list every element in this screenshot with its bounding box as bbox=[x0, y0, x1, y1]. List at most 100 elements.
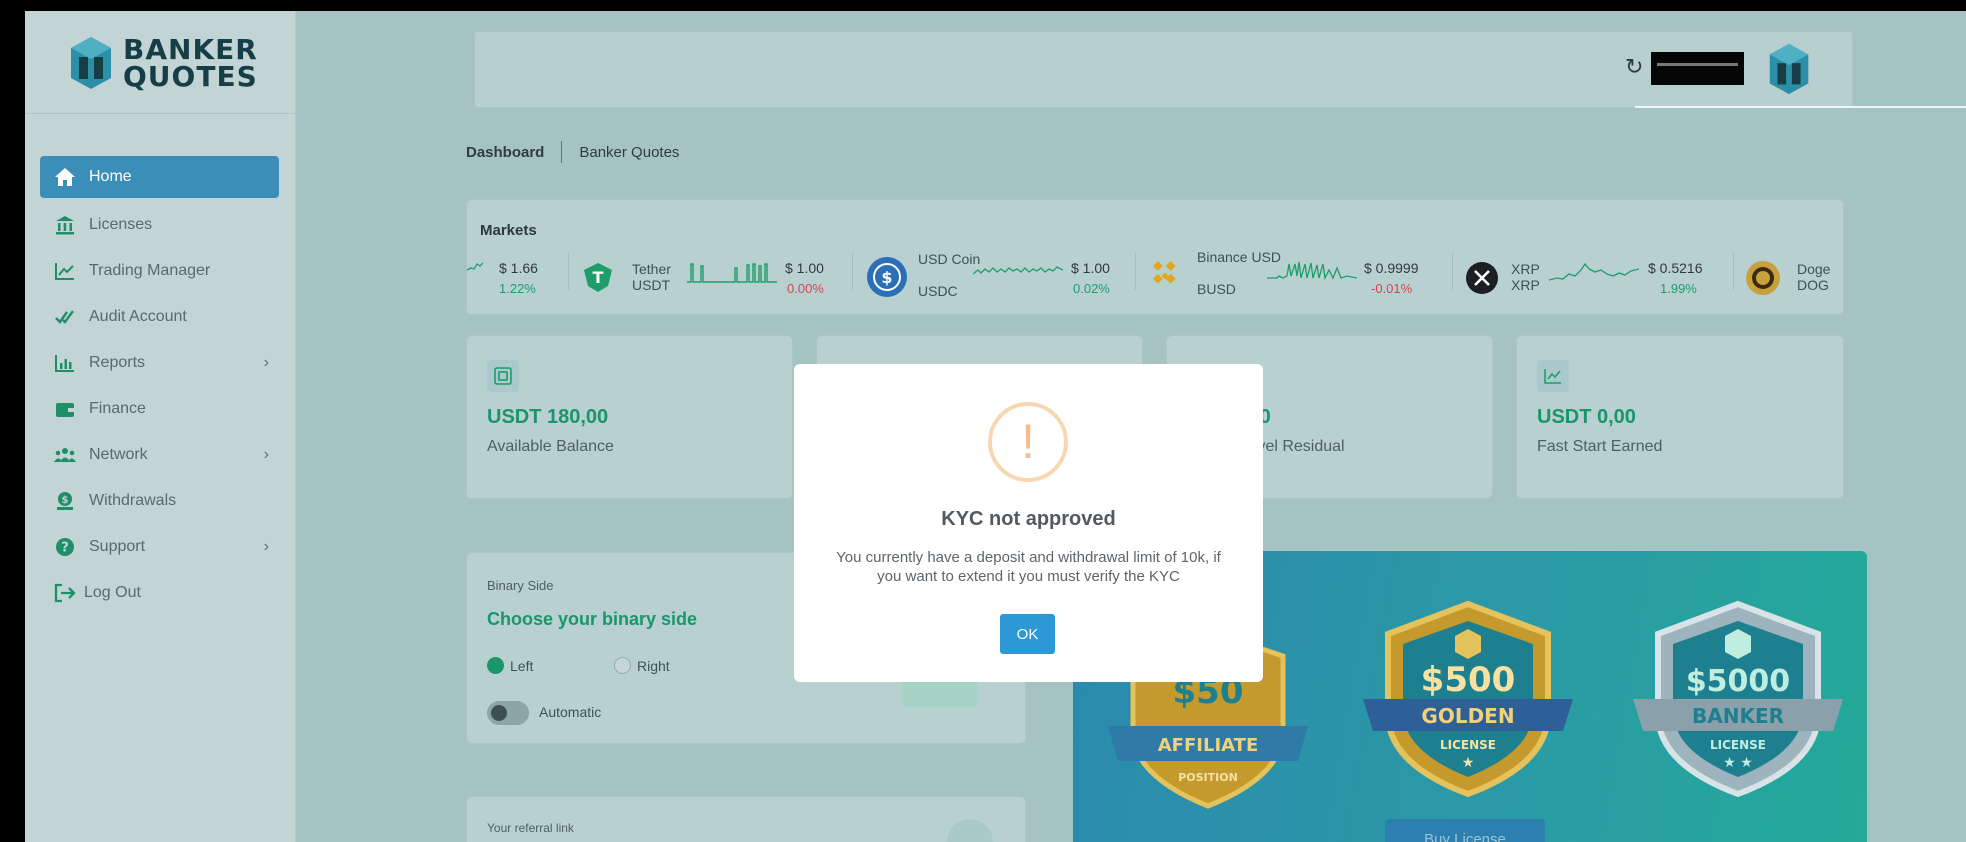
ticker-name: XRP bbox=[1511, 261, 1540, 277]
sidebar-item-support[interactable]: ? Support › bbox=[40, 524, 279, 570]
copy-link-icon[interactable] bbox=[947, 819, 993, 842]
ticker-name: Tether bbox=[632, 261, 671, 277]
sidebar-item-logout[interactable]: Log Out bbox=[40, 570, 279, 616]
breadcrumb-separator bbox=[561, 141, 563, 163]
sparkline bbox=[973, 266, 1063, 275]
ticker-change: 0.00% bbox=[787, 281, 824, 296]
sidebar-menu: Home Licenses Trading Manager Audit Acco… bbox=[40, 156, 279, 616]
ticker-symbol: BUSD bbox=[1197, 281, 1236, 297]
ticker-price: $ 0.9999 bbox=[1364, 260, 1419, 276]
ticker-name: Doge bbox=[1797, 261, 1831, 277]
badge-ribbon: AFFILIATE bbox=[1158, 735, 1259, 756]
radio-unselected-icon bbox=[614, 657, 631, 674]
brand-logo[interactable]: BANKER QUOTES bbox=[69, 35, 258, 91]
sparkline bbox=[1267, 261, 1357, 281]
sidebar-item-licenses[interactable]: Licenses bbox=[40, 202, 279, 248]
modal-title: KYC not approved bbox=[941, 508, 1116, 530]
binance-usd-icon bbox=[1152, 261, 1176, 284]
stat-value: USDT 180,00 bbox=[487, 406, 609, 428]
sidebar-item-label: Finance bbox=[89, 400, 146, 417]
binary-save-button[interactable] bbox=[902, 679, 978, 707]
warning-icon: ! bbox=[988, 402, 1068, 482]
chevron-right-icon: › bbox=[263, 538, 269, 555]
ticker-change: -0.01% bbox=[1371, 281, 1413, 296]
ticker-price: $ 1.00 bbox=[1071, 260, 1110, 276]
ticker-symbol: USDT bbox=[632, 277, 671, 293]
ticker-symbol: USDC bbox=[918, 283, 958, 299]
radio-label: Left bbox=[510, 657, 534, 674]
sidebar-item-label: Home bbox=[89, 168, 132, 185]
sidebar-divider bbox=[25, 113, 296, 114]
ticker-divider bbox=[1135, 252, 1136, 290]
sidebar-item-reports[interactable]: Reports › bbox=[40, 340, 279, 386]
banker-quotes-logo-icon bbox=[71, 37, 111, 89]
sidebar-item-label: Network bbox=[89, 446, 148, 463]
binary-title: Choose your binary side bbox=[487, 609, 698, 629]
ticker-price: $ 1.00 bbox=[785, 260, 824, 276]
sidebar-item-finance[interactable]: Finance bbox=[40, 386, 279, 432]
sidebar-item-label: Reports bbox=[89, 354, 146, 371]
header-underline bbox=[1635, 106, 1966, 108]
binary-section-label: Binary Side bbox=[487, 578, 554, 593]
radio-label: Right bbox=[637, 657, 670, 674]
radio-left[interactable]: Left bbox=[487, 657, 533, 674]
svg-text:T: T bbox=[593, 268, 604, 287]
sidebar-item-label: Audit Account bbox=[89, 308, 187, 325]
sidebar: BANKER QUOTES Home Licenses Trading Mana… bbox=[25, 11, 296, 842]
logout-icon bbox=[54, 582, 76, 604]
sidebar-item-audit-account[interactable]: Audit Account bbox=[40, 294, 279, 340]
ok-button[interactable]: OK bbox=[1000, 614, 1055, 654]
sparkline bbox=[1549, 262, 1639, 281]
radio-selected-icon bbox=[487, 657, 504, 674]
ticker-change: 0.02% bbox=[1073, 281, 1110, 296]
breadcrumb-current: Dashboard bbox=[466, 143, 545, 161]
breadcrumb-section[interactable]: Banker Quotes bbox=[579, 144, 679, 161]
badge-amount: $5000 bbox=[1686, 664, 1790, 699]
badge-sub: LICENSE bbox=[1710, 738, 1766, 752]
ticker-name: USD Coin bbox=[918, 251, 981, 267]
referral-label: Your referral link bbox=[487, 821, 574, 835]
stat-value: USDT 0,00 bbox=[1537, 406, 1636, 428]
double-check-icon bbox=[54, 306, 76, 328]
account-id-badge[interactable] bbox=[1651, 52, 1744, 85]
banker-license-badge: $5000 BANKER LICENSE ★ ★ bbox=[1633, 600, 1843, 798]
modal-message: You currently have a deposit and withdra… bbox=[836, 549, 1221, 585]
badge-amount: $500 bbox=[1421, 660, 1516, 700]
ticker-divider bbox=[1733, 252, 1734, 290]
buy-license-button[interactable]: Buy License bbox=[1385, 819, 1545, 842]
sidebar-item-label: Support bbox=[89, 538, 146, 555]
breadcrumb: Dashboard Banker Quotes bbox=[466, 141, 679, 163]
sidebar-item-home[interactable]: Home bbox=[40, 156, 279, 198]
ticker-price: $ 1.66 bbox=[499, 260, 538, 276]
badge-sub: POSITION bbox=[1178, 771, 1238, 784]
xrp-icon bbox=[1466, 262, 1498, 294]
automatic-toggle[interactable] bbox=[487, 701, 529, 725]
user-avatar[interactable] bbox=[1765, 42, 1813, 96]
badge-ribbon: BANKER bbox=[1692, 704, 1784, 728]
sidebar-item-network[interactable]: Network › bbox=[40, 432, 279, 478]
sidebar-item-trading-manager[interactable]: Trading Manager bbox=[40, 248, 279, 294]
markets-title: Markets bbox=[480, 222, 537, 239]
markets-card: Markets $ 1.66 1.22% T Tether USDT $ 1.0… bbox=[466, 199, 1844, 315]
sidebar-item-label: Withdrawals bbox=[89, 492, 177, 509]
radio-right[interactable]: Right bbox=[614, 657, 670, 674]
bar-chart-icon bbox=[54, 352, 76, 374]
ticker-divider bbox=[852, 252, 853, 290]
bank-icon bbox=[54, 214, 76, 236]
chevron-right-icon: › bbox=[263, 446, 269, 463]
home-icon bbox=[54, 166, 76, 188]
stat-label: Available Balance bbox=[487, 438, 614, 455]
svg-text:$: $ bbox=[62, 495, 69, 506]
users-icon bbox=[54, 444, 76, 466]
stat-card-available-balance: USDT 180,00 Available Balance bbox=[466, 335, 793, 499]
sparkline bbox=[687, 263, 777, 283]
sidebar-item-withdrawals[interactable]: $ Withdrawals bbox=[40, 478, 279, 524]
ticker-divider bbox=[568, 252, 569, 290]
question-icon: ? bbox=[54, 536, 76, 558]
refresh-icon[interactable]: ↻ bbox=[1625, 54, 1643, 80]
ticker-price: $ 0.5216 bbox=[1648, 260, 1703, 276]
ticker-divider bbox=[1452, 252, 1453, 290]
sidebar-item-label: Log Out bbox=[84, 584, 141, 601]
ticker-change: 1.22% bbox=[499, 281, 536, 296]
badge-ribbon: GOLDEN bbox=[1421, 704, 1514, 728]
